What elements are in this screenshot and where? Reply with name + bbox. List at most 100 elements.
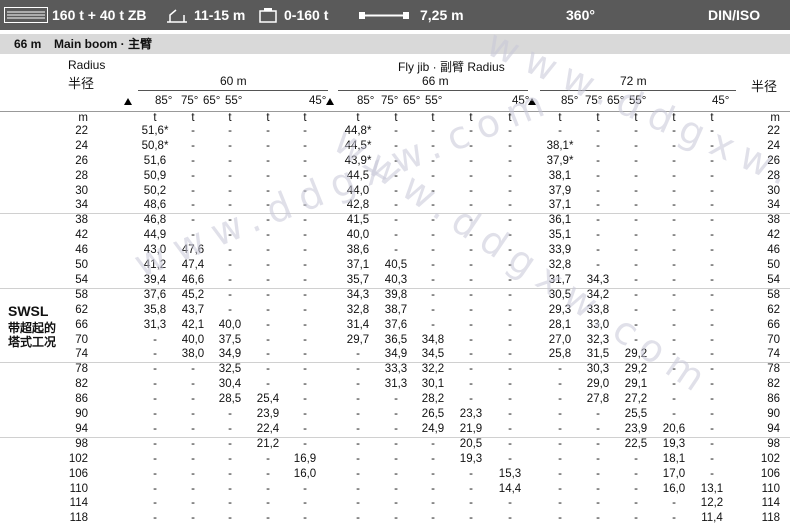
fly-jib-load: - (558, 378, 562, 391)
fly-jib-load: 38,1 (548, 169, 572, 182)
fly-jib-load: - (303, 363, 307, 376)
main-boom-load: 51,6* (141, 124, 169, 137)
row-separator (0, 213, 790, 215)
fly-jib-load: 29,2 (624, 348, 648, 361)
main-boom-load: 46,8 (143, 214, 167, 227)
fly-jib-load: - (266, 363, 270, 376)
fly-jib-load: - (558, 497, 562, 510)
fly-jib-load: 11,4 (701, 512, 723, 525)
fly-jib-load: - (394, 422, 398, 435)
radius-value: 110 (69, 482, 88, 495)
fly-jib-load: - (469, 199, 473, 212)
fly-jib-load: 25,8 (548, 348, 572, 361)
fly-jib-load: - (672, 318, 676, 331)
angle-label: 55° (225, 95, 243, 107)
fly-jib-load: - (508, 422, 512, 435)
fly-jib-load: - (356, 422, 360, 435)
fly-jib-load: - (596, 422, 600, 435)
fly-jib-load: 38,7 (384, 303, 408, 316)
fly-jib-load: - (303, 497, 307, 510)
fly-jib-load: 34,5 (421, 348, 445, 361)
fly-jib-load: - (634, 139, 638, 152)
fly-jib-load: - (266, 512, 270, 525)
jib-length-72: 72 m (620, 74, 647, 88)
fly-jib-load: - (303, 437, 307, 450)
fly-jib-load: - (508, 363, 512, 376)
fly-jib-load: 15,3 (498, 467, 522, 480)
fly-jib-load: - (356, 408, 360, 420)
fly-jib-load: 40,0 (218, 318, 242, 331)
angle-triangle-icon (326, 98, 334, 105)
fly-jib-load: - (228, 482, 232, 495)
radius-label-zh: 半径 (68, 76, 95, 91)
fly-jib-load: - (191, 154, 195, 167)
radius-value: 42 (75, 229, 88, 242)
fly-jib-load: - (634, 482, 638, 495)
fly-jib-load: 39,8 (384, 288, 408, 301)
radius-value-right: 62 (767, 303, 780, 316)
radius-value: 66 (75, 318, 88, 331)
fly-jib-load: - (596, 467, 600, 480)
jib-72-rule (540, 90, 736, 91)
fly-jib-load: - (431, 169, 435, 182)
fly-jib-load: - (228, 214, 232, 227)
fly-jib-load: - (672, 199, 676, 212)
fly-jib-load: - (266, 348, 270, 361)
fly-jib-load: - (469, 497, 473, 510)
fly-jib-load: - (469, 259, 473, 271)
fly-jib-load: 20,5 (459, 437, 483, 450)
fly-jib-load: 36,5 (384, 333, 408, 346)
fly-jib-load: 43,7 (181, 303, 205, 316)
fly-jib-load: - (710, 288, 714, 301)
fly-jib-load: - (266, 139, 270, 152)
fly-jib-load: 44,5* (344, 139, 372, 152)
fly-jib-load: - (266, 482, 270, 495)
fly-jib-load: - (394, 139, 398, 152)
fly-jib-load: - (191, 124, 195, 137)
radius-value: 70 (75, 333, 88, 346)
fly-jib-load: - (394, 512, 398, 525)
boom-title: Main boom · 主臂 (54, 37, 152, 51)
fly-jib-load: 29,1 (624, 378, 648, 391)
main-boom-load: 50,8* (141, 139, 169, 152)
fly-jib-load: 34,9 (384, 348, 408, 361)
fly-jib-load: - (469, 214, 473, 227)
fly-jib-load: - (508, 437, 512, 450)
fly-jib-load: 34,3 (586, 273, 610, 286)
unit-load: t (508, 112, 512, 124)
unit-radius-right: m (770, 112, 780, 124)
fly-jib-load: - (431, 273, 435, 286)
fly-jib-load: - (672, 124, 676, 137)
fly-jib-load: 40,3 (384, 273, 408, 286)
fly-jib-load: 38,1* (546, 139, 574, 152)
fly-jib-load: 42,8 (346, 199, 370, 212)
fly-jib-load: - (508, 214, 512, 227)
fly-jib-load: 34,2 (586, 288, 610, 301)
fly-jib-load: - (431, 467, 435, 480)
fly-jib-load: - (266, 229, 270, 242)
main-boom-load: - (153, 467, 157, 480)
unit-radius: m (78, 112, 88, 124)
fly-jib-load: - (303, 512, 307, 525)
main-boom-load: 51,6 (143, 154, 167, 167)
radius-value-right: 94 (767, 422, 780, 435)
fly-jib-load: - (431, 139, 435, 152)
fly-jib-load: - (228, 273, 232, 286)
fly-jib-load: 31,3 (384, 378, 408, 391)
fly-jib-load: - (266, 244, 270, 257)
radius-value: 102 (68, 452, 88, 465)
fly-jib-load: - (431, 303, 435, 316)
fly-jib-load: - (558, 363, 562, 376)
fly-jib-load: - (303, 199, 307, 212)
radius-value-right: 24 (767, 139, 780, 152)
fly-jib-load: 43,9* (344, 154, 372, 167)
fly-jib-load: - (303, 422, 307, 435)
fly-jib-load: - (356, 452, 360, 465)
main-boom-load: - (153, 378, 157, 391)
fly-jib-load: - (228, 169, 232, 182)
radius-value-right: 42 (767, 229, 780, 242)
fly-jib-load: 31,5 (586, 348, 610, 361)
fly-jib-load: - (634, 184, 638, 197)
fly-jib-load: - (303, 244, 307, 257)
radius-label-en: Radius (68, 58, 106, 72)
